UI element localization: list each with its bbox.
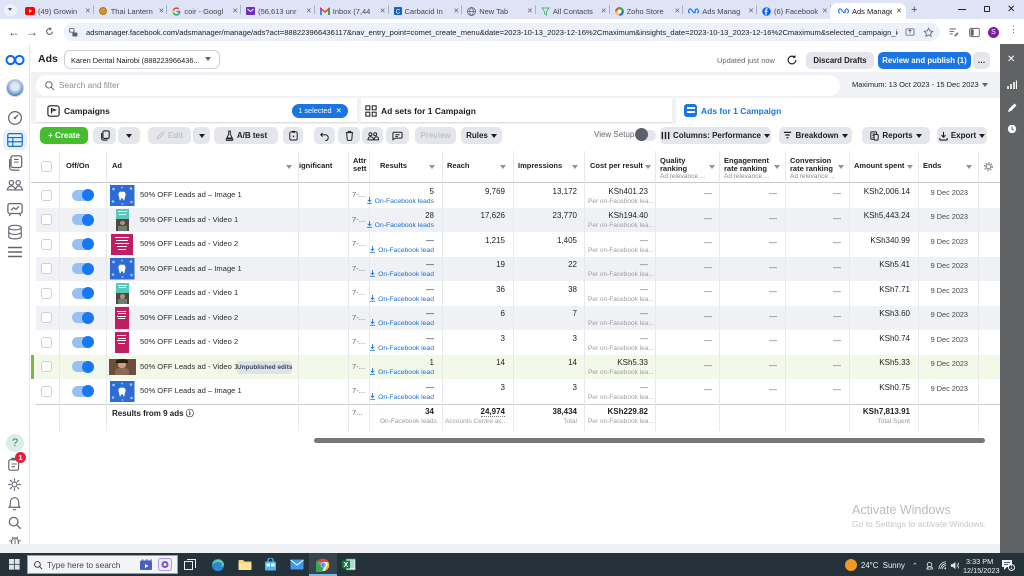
svg-text:C: C xyxy=(395,10,400,16)
svg-text:X: X xyxy=(344,562,349,569)
